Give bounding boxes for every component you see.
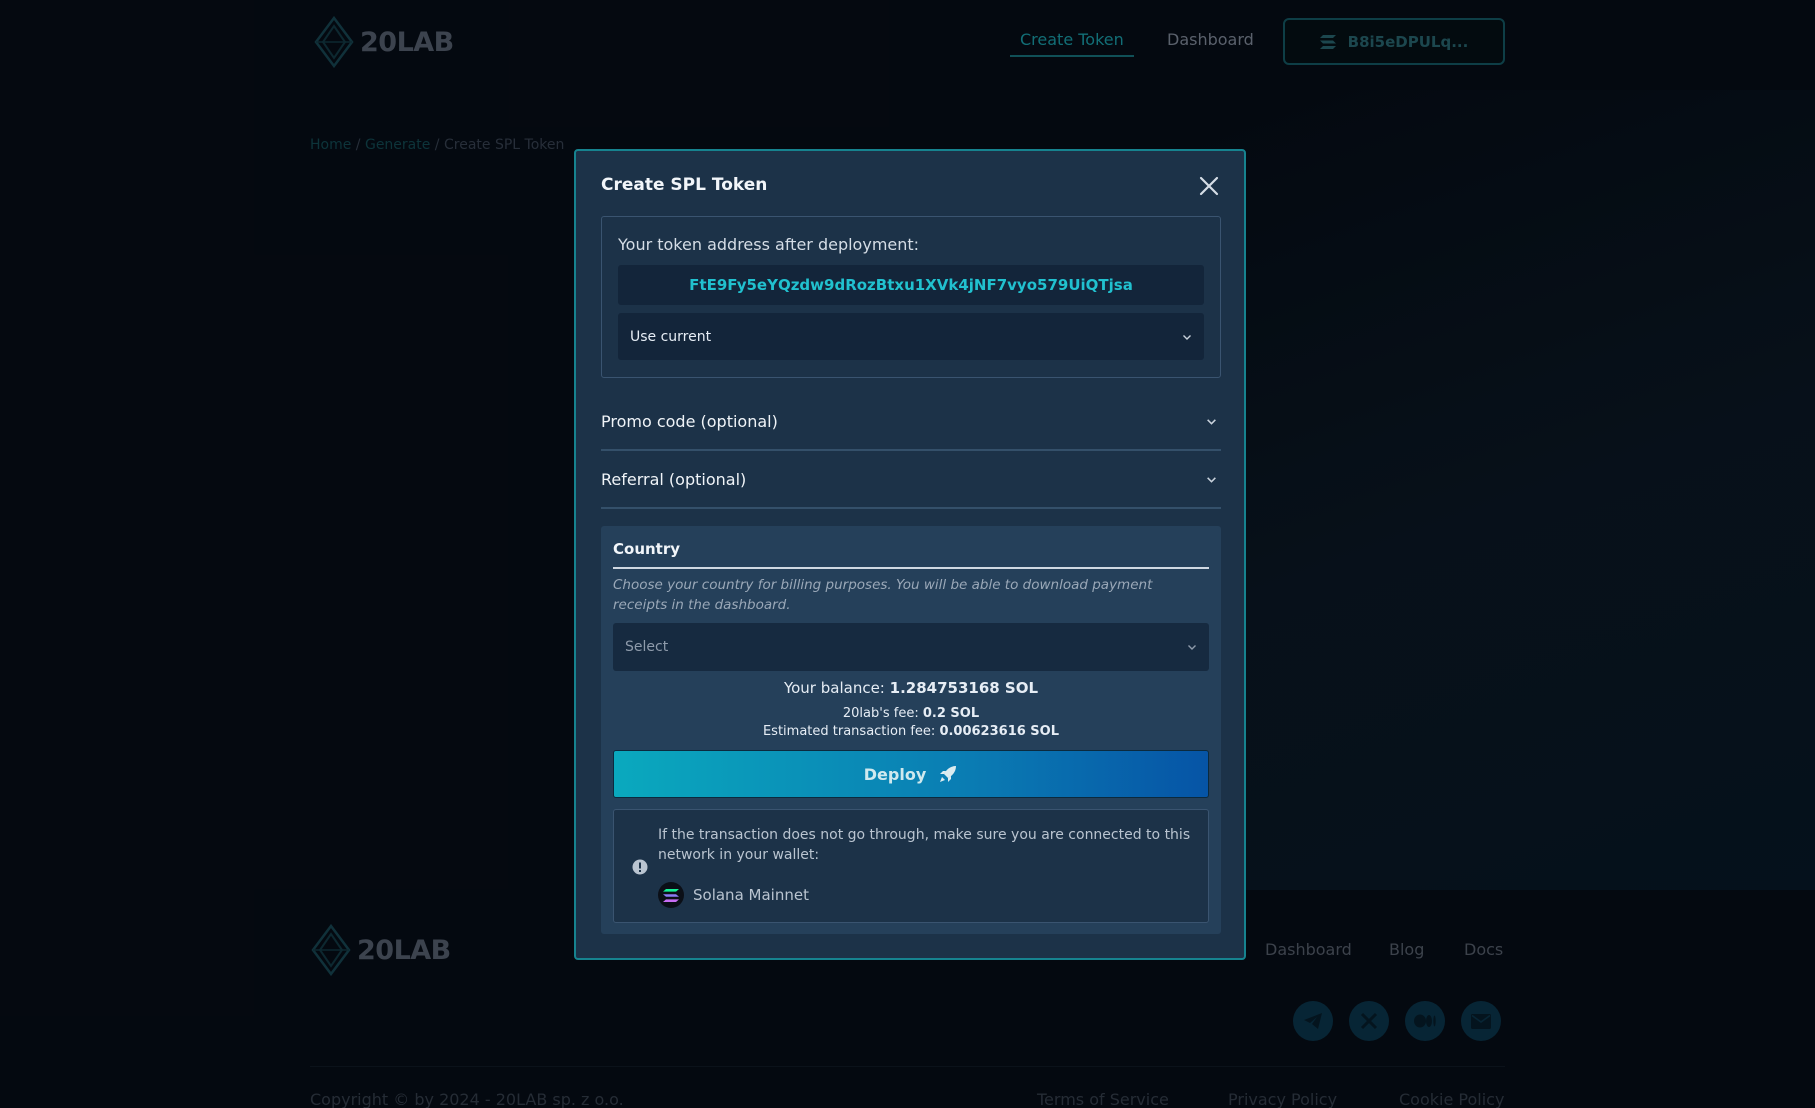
country-help-text: Choose your country for billing purposes… bbox=[613, 577, 1153, 613]
country-select[interactable]: Select bbox=[613, 623, 1209, 671]
close-icon[interactable] bbox=[1198, 175, 1220, 197]
network-item: Solana Mainnet bbox=[658, 882, 809, 908]
token-address-value[interactable]: FtE9Fy5eYQzdw9dRozBtxu1XVk4jNF7vyo579UiQ… bbox=[618, 265, 1204, 305]
token-address-card: Your token address after deployment: FtE… bbox=[601, 216, 1221, 378]
promo-code-label: Promo code (optional) bbox=[601, 411, 778, 431]
chevron-down-icon bbox=[1207, 419, 1216, 425]
create-token-modal: Create SPL Token Your token address afte… bbox=[574, 149, 1246, 960]
address-mode-select[interactable]: Use current bbox=[618, 313, 1204, 360]
balance-label: Your balance: bbox=[783, 679, 885, 697]
chevron-down-icon bbox=[1188, 645, 1196, 650]
tx-fee-value: 0.00623616 SOL bbox=[939, 724, 1060, 739]
deploy-label: Deploy bbox=[863, 764, 927, 784]
service-fee-label: 20lab's fee: bbox=[842, 706, 919, 721]
country-select-placeholder: Select bbox=[625, 639, 669, 655]
notice-text: If the transaction does not go through, … bbox=[658, 827, 1191, 863]
country-title: Country bbox=[613, 540, 1209, 569]
deploy-button[interactable]: Deploy bbox=[613, 750, 1209, 798]
balance-line: Your balance: 1.284753168 SOL bbox=[601, 679, 1221, 697]
network-name: Solana Mainnet bbox=[693, 886, 809, 904]
promo-code-toggle[interactable]: Promo code (optional) bbox=[601, 393, 1221, 451]
referral-label: Referral (optional) bbox=[601, 469, 747, 489]
token-address-label: Your token address after deployment: bbox=[618, 235, 920, 254]
chevron-down-icon bbox=[1183, 334, 1191, 340]
address-mode-value: Use current bbox=[630, 328, 712, 345]
network-notice: If the transaction does not go through, … bbox=[613, 809, 1209, 923]
referral-toggle[interactable]: Referral (optional) bbox=[601, 451, 1221, 509]
modal-title: Create SPL Token bbox=[601, 175, 768, 195]
country-panel: Country Choose your country for billing … bbox=[601, 526, 1221, 934]
solana-icon bbox=[658, 882, 684, 908]
rocket-icon bbox=[940, 766, 957, 782]
tx-fee-label: Estimated transaction fee: bbox=[762, 724, 936, 739]
chevron-down-icon bbox=[1207, 477, 1216, 483]
service-fee-line: 20lab's fee: 0.2 SOL bbox=[601, 706, 1221, 721]
service-fee-value: 0.2 SOL bbox=[922, 706, 980, 721]
tx-fee-line: Estimated transaction fee: 0.00623616 SO… bbox=[601, 724, 1221, 739]
balance-value: 1.284753168 SOL bbox=[889, 679, 1039, 697]
alert-icon bbox=[632, 859, 648, 875]
